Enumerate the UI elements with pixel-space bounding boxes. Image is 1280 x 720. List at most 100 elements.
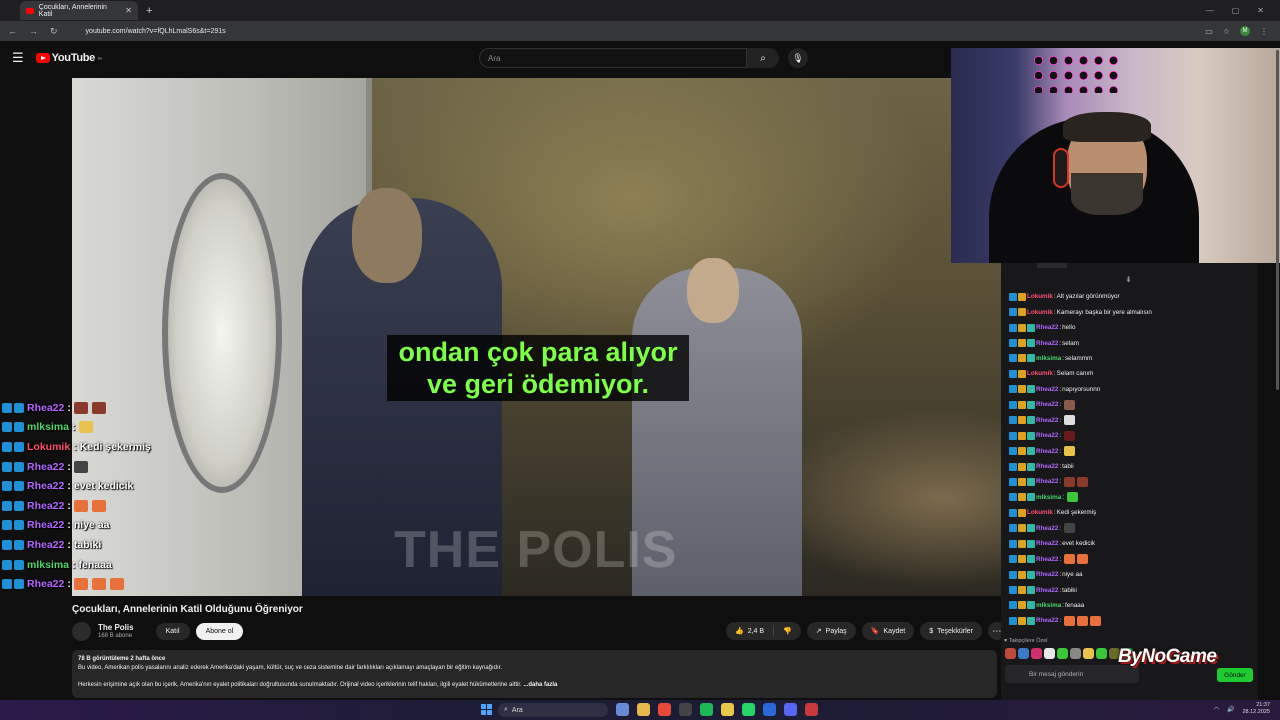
emote-icon[interactable] bbox=[1070, 647, 1081, 659]
video-title: Çocukları, Annelerinin Katil Olduğunu Öğ… bbox=[72, 604, 303, 615]
clock[interactable]: 21:37 28.12.2025 bbox=[1242, 702, 1270, 716]
forward-icon[interactable]: → bbox=[29, 26, 38, 36]
emote-icon[interactable] bbox=[1057, 647, 1068, 659]
minimize-icon[interactable]: — bbox=[1206, 6, 1214, 15]
badge-icon bbox=[14, 520, 24, 531]
chat-message-text: evet kedicik bbox=[1062, 540, 1096, 548]
chat-message-text: Kamerayı başka bir yere almalısın bbox=[1056, 308, 1152, 316]
emote-icon[interactable] bbox=[1083, 647, 1094, 659]
taskbar-search[interactable]: ⌕ Ara bbox=[498, 703, 608, 717]
tab-title: Çocukları, Annelerinin Katil bbox=[38, 3, 107, 18]
description-box[interactable]: 78 B görüntüleme 2 hafta önce Bu video, … bbox=[72, 650, 997, 698]
emote-icon[interactable] bbox=[1044, 647, 1055, 659]
emote-icon[interactable] bbox=[1096, 647, 1107, 659]
youtube-logo[interactable]: YouTube TR bbox=[35, 52, 102, 64]
reload-icon[interactable]: ↻ bbox=[50, 26, 58, 37]
spotify-icon[interactable] bbox=[700, 703, 713, 716]
chat-username[interactable]: Lokumik bbox=[1027, 309, 1053, 316]
browser-menu-icon[interactable]: ⋮ bbox=[1260, 27, 1268, 36]
notes-icon[interactable] bbox=[721, 703, 734, 716]
badge-icon bbox=[1009, 385, 1017, 394]
chat-username[interactable]: Rhea22 bbox=[1036, 556, 1058, 563]
chat-username[interactable]: Rhea22 bbox=[1036, 587, 1058, 594]
chat-username[interactable]: Lokumik bbox=[1027, 293, 1053, 300]
search-button[interactable]: ⌕ bbox=[747, 48, 779, 68]
chat-username[interactable]: Rhea22 bbox=[1036, 540, 1058, 547]
channel-name[interactable]: The Polis bbox=[98, 623, 134, 632]
share-button[interactable]: ↗ Paylaş bbox=[806, 622, 856, 640]
subscribe-button[interactable]: Abone ol bbox=[195, 622, 244, 640]
chat-username[interactable]: Rhea22 bbox=[1036, 617, 1058, 624]
chat-username[interactable]: mlksima bbox=[1036, 602, 1061, 609]
bookmark-star-icon[interactable]: ☆ bbox=[1223, 27, 1230, 36]
dislike-button[interactable]: 👎 bbox=[774, 622, 801, 640]
pinned-bar bbox=[1037, 263, 1067, 268]
chat-emote-icon bbox=[91, 578, 106, 591]
chat-username[interactable]: Rhea22 bbox=[1036, 432, 1058, 439]
collapse-chat-icon[interactable]: ⇟ bbox=[1125, 275, 1132, 284]
close-window-icon[interactable]: ✕ bbox=[1257, 6, 1264, 15]
folder-icon[interactable] bbox=[637, 703, 650, 716]
chat-username[interactable]: mlksima bbox=[1036, 355, 1061, 362]
send-button[interactable]: Gönder bbox=[1217, 668, 1253, 682]
badge-icon bbox=[1009, 539, 1017, 548]
chat-username[interactable]: Rhea22 bbox=[1036, 463, 1058, 470]
steam-icon[interactable] bbox=[763, 703, 776, 716]
save-button[interactable]: 🔖 Kaydet bbox=[861, 622, 915, 640]
url-field[interactable]: youtube.com/watch?v=fQLhLmalS6s&t=291s bbox=[86, 28, 226, 35]
emote-icon[interactable] bbox=[1018, 647, 1029, 659]
profile-avatar[interactable]: M bbox=[1240, 26, 1250, 36]
chat-message-row: Rhea22: bbox=[1001, 551, 1258, 566]
browser-tab[interactable]: Çocukları, Annelerinin Katil ✕ bbox=[20, 1, 138, 20]
file-explorer-icon[interactable] bbox=[616, 703, 629, 716]
emote-icon[interactable] bbox=[1031, 647, 1042, 659]
overlay-chat-row: Rhea22: bbox=[2, 398, 212, 418]
chat-username[interactable]: mlksima bbox=[1036, 494, 1061, 501]
overlay-chat-user: Rhea22 bbox=[27, 480, 65, 493]
chat-username[interactable]: Lokumik bbox=[1027, 370, 1053, 377]
windows-start-icon[interactable] bbox=[481, 704, 492, 715]
wifi-icon[interactable]: ◠ bbox=[1214, 706, 1219, 713]
chat-username[interactable]: Rhea22 bbox=[1036, 525, 1058, 532]
hamburger-menu-icon[interactable]: ☰ bbox=[12, 50, 24, 66]
crown-badge-icon bbox=[1018, 601, 1026, 610]
emote-icon[interactable] bbox=[1005, 647, 1016, 659]
obs-icon[interactable] bbox=[805, 703, 818, 716]
overlay-chat-message: tabiki bbox=[73, 538, 102, 551]
chat-username[interactable]: Rhea22 bbox=[1036, 401, 1058, 408]
chat-emote-icon bbox=[1066, 492, 1078, 503]
chat-username[interactable]: Rhea22 bbox=[1036, 324, 1058, 331]
volume-icon[interactable]: 🔊 bbox=[1227, 706, 1234, 713]
voice-search-button[interactable]: 🎙 bbox=[788, 48, 808, 68]
headset-icon bbox=[1053, 148, 1069, 188]
crown-badge-icon bbox=[1018, 385, 1026, 394]
whatsapp-icon[interactable] bbox=[742, 703, 755, 716]
chat-emote-icon bbox=[1064, 554, 1076, 565]
maximize-icon[interactable]: ▢ bbox=[1232, 6, 1240, 15]
chrome-icon[interactable] bbox=[658, 703, 671, 716]
join-button[interactable]: Katıl bbox=[155, 622, 190, 640]
search-input[interactable]: Ara bbox=[479, 48, 747, 68]
badge-icon bbox=[2, 402, 12, 413]
tidal-icon[interactable] bbox=[679, 703, 692, 716]
new-tab-icon[interactable]: + bbox=[146, 5, 152, 17]
chat-username[interactable]: Rhea22 bbox=[1036, 340, 1058, 347]
crown-badge-icon bbox=[1018, 431, 1026, 440]
back-icon[interactable]: ← bbox=[8, 26, 17, 36]
chat-username[interactable]: Rhea22 bbox=[1036, 448, 1058, 455]
chat-username[interactable]: Rhea22 bbox=[1036, 417, 1058, 424]
chat-username[interactable]: Rhea22 bbox=[1036, 571, 1058, 578]
bookmark-icon: 🔖 bbox=[870, 628, 880, 635]
show-more-link[interactable]: ...daha fazla bbox=[523, 682, 557, 688]
page-scrollbar[interactable] bbox=[1276, 50, 1279, 390]
channel-avatar[interactable] bbox=[72, 621, 91, 641]
chat-username[interactable]: Rhea22 bbox=[1036, 478, 1058, 485]
discord-icon[interactable] bbox=[784, 703, 797, 716]
chat-username[interactable]: Rhea22 bbox=[1036, 386, 1058, 393]
close-tab-icon[interactable]: ✕ bbox=[125, 6, 132, 15]
thanks-button[interactable]: $ Teşekkürler bbox=[920, 622, 982, 640]
cast-icon[interactable]: ▭ bbox=[1205, 27, 1213, 36]
search-icon: ⌕ bbox=[504, 706, 508, 713]
like-button[interactable]: 👍 2,4 B bbox=[726, 622, 773, 640]
chat-username[interactable]: Lokumik bbox=[1027, 509, 1053, 516]
